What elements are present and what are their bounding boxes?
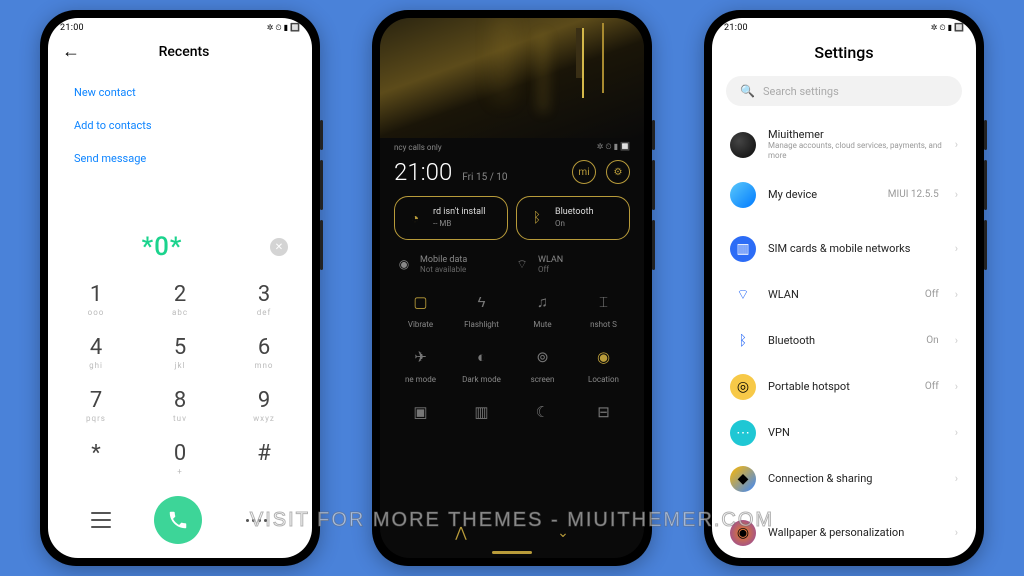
- avatar-icon: [730, 132, 756, 158]
- dialkey-9[interactable]: 9wxyz: [222, 378, 306, 431]
- qs-toggle[interactable]: ⊟: [573, 398, 634, 430]
- dialkey-4[interactable]: 4ghi: [54, 325, 138, 378]
- status-bar: 21:00 ✲ ⏲ ▮ 🔲: [48, 18, 312, 35]
- qs-tile[interactable]: ◉Mobile dataNot available: [394, 254, 512, 274]
- menu-icon[interactable]: [91, 512, 111, 528]
- page-title: Settings: [712, 35, 976, 76]
- dialkey-*[interactable]: *: [54, 431, 138, 484]
- wallpaper: [380, 18, 644, 138]
- qs-tile[interactable]: ⌔WLANOff: [512, 254, 630, 274]
- search-input[interactable]: 🔍 Search settings: [726, 76, 962, 106]
- qs-tile[interactable]: ᛒBluetoothOn: [516, 196, 630, 240]
- dialkey-8[interactable]: 8tuv: [138, 378, 222, 431]
- search-placeholder: Search settings: [763, 85, 839, 98]
- status-icons: ✲ ⏲ ▮ 🔲: [931, 23, 964, 33]
- settings-row[interactable]: ▥SIM cards & mobile networks›: [726, 226, 962, 272]
- settings-row[interactable]: ⋯VPN›: [726, 410, 962, 456]
- status-time: 21:00: [724, 23, 748, 33]
- qs-toggle[interactable]: ▥: [451, 398, 512, 430]
- account-sub: Manage accounts, cloud services, payment…: [768, 141, 943, 162]
- user-icon[interactable]: mi: [572, 160, 596, 184]
- gesture-handle[interactable]: [492, 551, 532, 554]
- status-time: 21:00: [60, 23, 84, 33]
- chevron-right-icon: ›: [955, 138, 958, 151]
- backspace-button[interactable]: ✕: [270, 238, 288, 256]
- chevron-right-icon: ›: [955, 188, 958, 201]
- qs-toggle[interactable]: ϟFlashlight: [451, 288, 512, 329]
- qs-toggle[interactable]: ▣: [390, 398, 451, 430]
- call-button[interactable]: [154, 496, 202, 544]
- settings-icon[interactable]: ⚙: [606, 160, 630, 184]
- qs-toggle[interactable]: ✈ne mode: [390, 343, 451, 384]
- dialkey-2[interactable]: 2abc: [138, 272, 222, 325]
- qs-toggle[interactable]: ▢Vibrate: [390, 288, 451, 329]
- qs-toggle[interactable]: ♫Mute: [512, 288, 573, 329]
- account-row[interactable]: Miuithemer Manage accounts, cloud servic…: [726, 118, 962, 172]
- nav-back-icon[interactable]: ⋀: [455, 525, 466, 541]
- settings-row[interactable]: ᛒBluetoothOn›: [726, 318, 962, 364]
- qs-toggle[interactable]: ☾: [512, 398, 573, 430]
- status-icons: ✲ ⏲ ▮ 🔲: [267, 23, 300, 33]
- settings-row[interactable]: ◎Portable hotspotOff›: [726, 364, 962, 410]
- search-icon: 🔍: [740, 84, 755, 98]
- account-name: Miuithemer: [768, 128, 943, 141]
- status-bar: 21:00 ✲ ⏲ ▮ 🔲: [712, 18, 976, 35]
- dialkey-0[interactable]: 0+: [138, 431, 222, 484]
- page-title: Recents: [100, 44, 268, 60]
- dialkey-7[interactable]: 7pqrs: [54, 378, 138, 431]
- settings-row[interactable]: ◆Connection & sharing›: [726, 456, 962, 502]
- add-to-contacts-link[interactable]: Add to contacts: [74, 109, 286, 142]
- dialkey-6[interactable]: 6mno: [222, 325, 306, 378]
- device-icon: [730, 182, 756, 208]
- dialkey-3[interactable]: 3def: [222, 272, 306, 325]
- qs-toggle[interactable]: ⊚screen: [512, 343, 573, 384]
- dialkey-1[interactable]: 1ooo: [54, 272, 138, 325]
- my-device-label: My device: [768, 188, 876, 201]
- dialpad: 1ooo2abc3def 4ghi5jkl6mno 7pqrs8tuv9wxyz *0…: [48, 272, 312, 488]
- settings-row[interactable]: 🔒Always-on display & Lock screen›: [726, 556, 962, 558]
- back-button[interactable]: ←: [62, 41, 80, 62]
- status-icons: ✲ ⏲ ▮ 🔲: [597, 142, 630, 152]
- dialed-number: *0*: [72, 232, 252, 262]
- qs-clock: 21:00: [394, 158, 452, 186]
- miui-version: MIUI 12.5.5: [888, 189, 939, 200]
- new-contact-link[interactable]: New contact: [74, 76, 286, 109]
- my-device-row[interactable]: My device MIUI 12.5.5 ›: [726, 172, 962, 218]
- more-icon[interactable]: [245, 511, 269, 529]
- dialkey-5[interactable]: 5jkl: [138, 325, 222, 378]
- qs-date: Fri 15 / 10: [462, 172, 507, 183]
- qs-tile[interactable]: ◔rd isn't install-- MB: [394, 196, 508, 240]
- qs-toggle[interactable]: ◉Location: [573, 343, 634, 384]
- carrier-label: ncy calls only: [394, 143, 442, 152]
- send-message-link[interactable]: Send message: [74, 142, 286, 175]
- settings-row[interactable]: ◉Wallpaper & personalization›: [726, 510, 962, 556]
- qs-toggle[interactable]: ◐Dark mode: [451, 343, 512, 384]
- nav-expand-icon[interactable]: ⌄: [557, 525, 569, 541]
- dialkey-#[interactable]: #: [222, 431, 306, 484]
- settings-row[interactable]: ⌔WLANOff›: [726, 272, 962, 318]
- qs-toggle[interactable]: ⌶nshot S: [573, 288, 634, 329]
